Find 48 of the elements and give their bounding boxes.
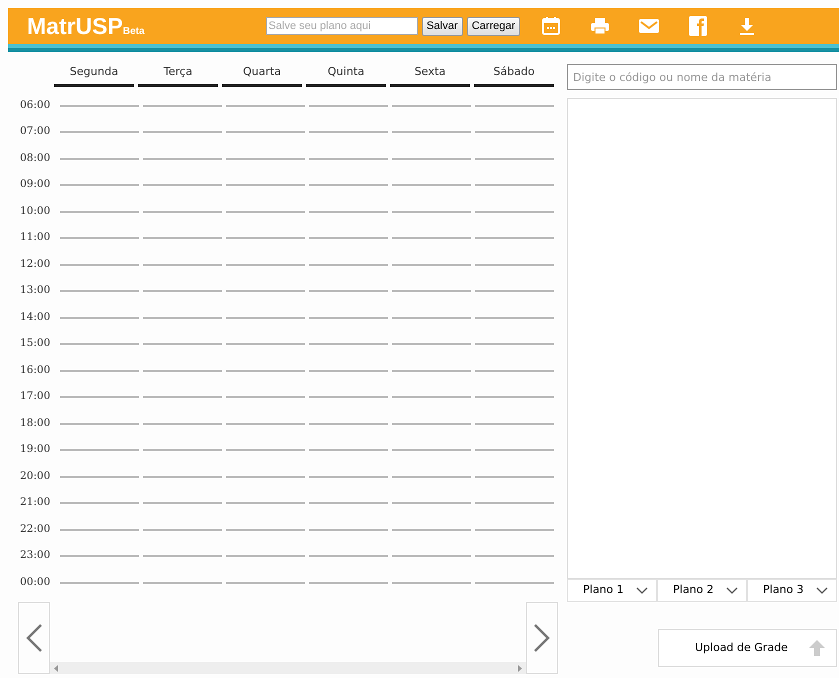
chevron-down-icon <box>726 586 738 594</box>
scroll-right-icon[interactable] <box>517 664 522 672</box>
hour-label: 21:00 <box>19 495 52 510</box>
hour-label: 09:00 <box>19 177 52 192</box>
facebook-icon[interactable] <box>687 15 710 37</box>
hour-label: 13:00 <box>19 283 52 298</box>
horizontal-scrollbar[interactable] <box>50 662 526 674</box>
day-header: Quarta <box>222 64 302 86</box>
day-header: Terça <box>138 64 218 86</box>
hour-label: 15:00 <box>19 336 52 352</box>
plan-tab[interactable]: Plano 1 <box>567 579 657 602</box>
hour-label: 16:00 <box>19 362 52 378</box>
chevron-down-icon <box>636 586 648 594</box>
hour-label: 00:00 <box>19 574 52 590</box>
hour-label: 10:00 <box>19 204 52 219</box>
day-header: Sábado <box>474 64 554 86</box>
scroll-left-icon[interactable] <box>54 664 59 672</box>
calendar-icon[interactable] <box>540 15 562 37</box>
logo-suffix: Beta <box>122 24 145 38</box>
chevron-right-icon <box>533 623 551 653</box>
hour-label: 22:00 <box>19 522 52 537</box>
hour-label: 20:00 <box>19 468 52 484</box>
arrow-up-icon <box>808 639 826 657</box>
hour-label: 14:00 <box>19 310 52 325</box>
hour-label: 08:00 <box>19 150 52 166</box>
plan-tab[interactable]: Plano 2 <box>657 579 747 602</box>
chevron-down-icon <box>816 586 828 594</box>
hour-label: 12:00 <box>19 256 52 272</box>
previous-button[interactable] <box>18 602 50 674</box>
chevron-left-icon <box>25 623 43 653</box>
day-header: Quinta <box>306 64 386 86</box>
next-button[interactable] <box>526 602 558 674</box>
hour-label: 11:00 <box>19 230 52 246</box>
hour-label: 06:00 <box>19 98 52 113</box>
hour-label: 17:00 <box>19 389 52 404</box>
header-button[interactable]: Salvar <box>422 16 463 36</box>
hour-label: 07:00 <box>19 124 52 140</box>
hour-label: 19:00 <box>19 442 52 458</box>
upload-button[interactable]: Upload de Grade <box>658 629 837 667</box>
header-button[interactable]: Carregar <box>466 16 520 36</box>
logo: MatrUSP <box>27 14 123 38</box>
plan-tab[interactable]: Plano 3 <box>747 579 837 602</box>
day-header: Sexta <box>390 64 470 86</box>
hour-label: 23:00 <box>19 548 52 564</box>
plan-name-field[interactable]: Salve seu plano aqui <box>266 17 418 35</box>
hour-label: 18:00 <box>19 416 52 431</box>
day-header: Segunda <box>54 64 134 86</box>
course-search-field[interactable]: Digite o código ou nome da matéria <box>567 64 837 90</box>
